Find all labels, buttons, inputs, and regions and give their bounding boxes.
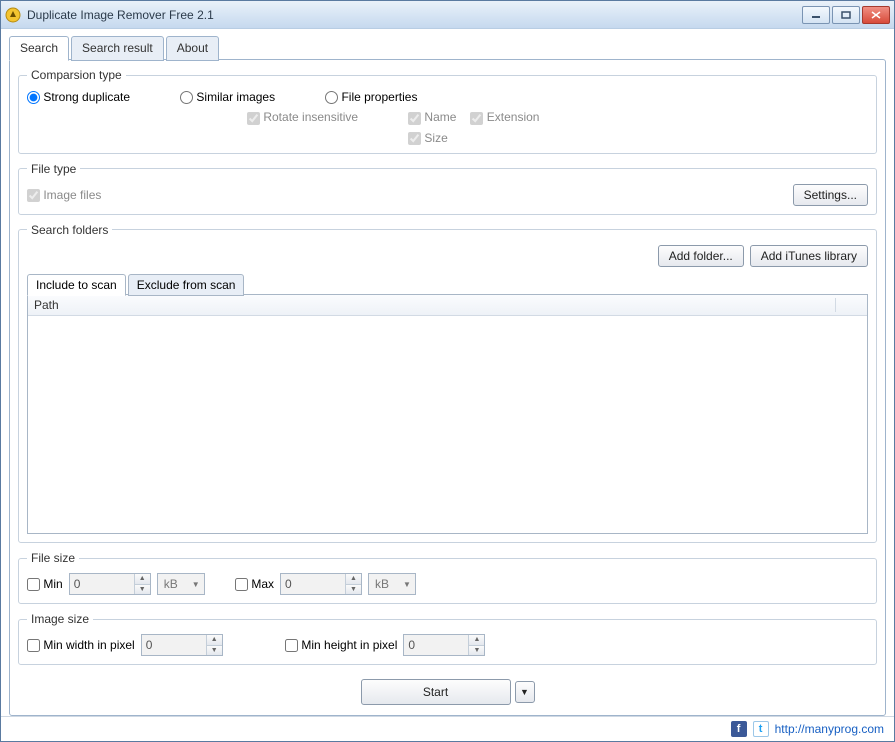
minimize-button[interactable] — [802, 6, 830, 24]
check-rotate-insensitive: Rotate insensitive — [247, 110, 358, 124]
tab-exclude-from-scan[interactable]: Exclude from scan — [128, 274, 245, 296]
path-column-header[interactable]: Path — [34, 298, 835, 312]
check-min-width[interactable]: Min width in pixel — [27, 638, 135, 652]
path-table: Path — [27, 294, 868, 534]
file-type-group: File type Image files Settings... — [18, 162, 877, 215]
min-size-field[interactable] — [70, 574, 134, 594]
tab-search[interactable]: Search — [9, 36, 69, 61]
start-button[interactable]: Start — [361, 679, 511, 705]
path-column-spacer — [835, 298, 861, 312]
settings-button[interactable]: Settings... — [793, 184, 868, 206]
max-size-field[interactable] — [281, 574, 345, 594]
search-folders-group: Search folders Add folder... Add iTunes … — [18, 223, 877, 543]
app-window: Duplicate Image Remover Free 2.1 Search … — [0, 0, 895, 742]
file-size-group: File size Min ▲▼ kB▼ Max — [18, 551, 877, 604]
comparison-legend: Comparsion type — [27, 68, 126, 82]
path-table-header: Path — [28, 295, 867, 316]
add-itunes-library-button[interactable]: Add iTunes library — [750, 245, 868, 267]
check-min-size[interactable]: Min — [27, 577, 63, 591]
tab-include-to-scan[interactable]: Include to scan — [27, 274, 126, 296]
chevron-up-icon[interactable]: ▲ — [469, 635, 484, 646]
file-type-legend: File type — [27, 162, 80, 176]
path-list[interactable] — [28, 316, 867, 533]
max-size-input[interactable]: ▲▼ — [280, 573, 362, 595]
titlebar: Duplicate Image Remover Free 2.1 — [1, 1, 894, 29]
radio-file-properties[interactable]: File properties — [325, 90, 417, 104]
add-folder-button[interactable]: Add folder... — [658, 245, 744, 267]
chevron-up-icon[interactable]: ▲ — [207, 635, 222, 646]
scan-sub-tabs: Include to scan Exclude from scan — [27, 273, 868, 295]
chevron-down-icon[interactable]: ▼ — [469, 646, 484, 656]
min-size-unit-select[interactable]: kB▼ — [157, 573, 205, 595]
check-image-files: Image files — [27, 188, 101, 202]
comparison-suboptions: Rotate insensitive Name Extension Size — [27, 110, 868, 145]
min-height-input[interactable]: ▲▼ — [403, 634, 485, 656]
check-min-height[interactable]: Min height in pixel — [285, 638, 397, 652]
chevron-up-icon[interactable]: ▲ — [135, 574, 150, 585]
twitter-icon[interactable]: t — [753, 721, 769, 737]
window-controls — [802, 6, 890, 24]
footer: f t http://manyprog.com — [1, 716, 894, 741]
comparison-group: Comparsion type Strong duplicate Similar… — [18, 68, 877, 154]
main-tabs: Search Search result About — [9, 35, 886, 60]
check-max-size[interactable]: Max — [235, 577, 274, 591]
image-size-group: Image size Min width in pixel ▲▼ Min hei… — [18, 612, 877, 665]
min-height-spinner[interactable]: ▲▼ — [468, 635, 484, 655]
search-panel: Comparsion type Strong duplicate Similar… — [9, 59, 886, 716]
file-size-legend: File size — [27, 551, 79, 565]
tab-about[interactable]: About — [166, 36, 219, 61]
start-dropdown-button[interactable]: ▼ — [515, 681, 535, 703]
chevron-down-icon: ▼ — [192, 580, 200, 589]
min-size-spinner[interactable]: ▲▼ — [134, 574, 150, 594]
tab-search-result[interactable]: Search result — [71, 36, 164, 61]
chevron-down-icon: ▼ — [403, 580, 411, 589]
comparison-options: Strong duplicate Similar images File pro… — [27, 90, 868, 104]
body-area: Search Search result About Comparsion ty… — [1, 29, 894, 716]
image-size-legend: Image size — [27, 612, 93, 626]
chevron-up-icon[interactable]: ▲ — [346, 574, 361, 585]
check-name: Name — [408, 110, 456, 124]
check-extension: Extension — [470, 110, 539, 124]
maximize-button[interactable] — [832, 6, 860, 24]
radio-strong-duplicate[interactable]: Strong duplicate — [27, 90, 130, 104]
chevron-down-icon[interactable]: ▼ — [207, 646, 222, 656]
check-size: Size — [408, 131, 539, 145]
chevron-down-icon[interactable]: ▼ — [135, 585, 150, 595]
app-icon — [5, 7, 21, 23]
min-width-spinner[interactable]: ▲▼ — [206, 635, 222, 655]
max-size-unit-select[interactable]: kB▼ — [368, 573, 416, 595]
min-width-input[interactable]: ▲▼ — [141, 634, 223, 656]
max-size-spinner[interactable]: ▲▼ — [345, 574, 361, 594]
min-height-field[interactable] — [404, 635, 468, 655]
website-link[interactable]: http://manyprog.com — [775, 722, 884, 736]
radio-similar-images[interactable]: Similar images — [180, 90, 275, 104]
close-button[interactable] — [862, 6, 890, 24]
search-folders-legend: Search folders — [27, 223, 112, 237]
start-row: Start ▼ — [18, 673, 877, 707]
window-title: Duplicate Image Remover Free 2.1 — [27, 8, 802, 22]
facebook-icon[interactable]: f — [731, 721, 747, 737]
min-width-field[interactable] — [142, 635, 206, 655]
chevron-down-icon[interactable]: ▼ — [346, 585, 361, 595]
min-size-input[interactable]: ▲▼ — [69, 573, 151, 595]
